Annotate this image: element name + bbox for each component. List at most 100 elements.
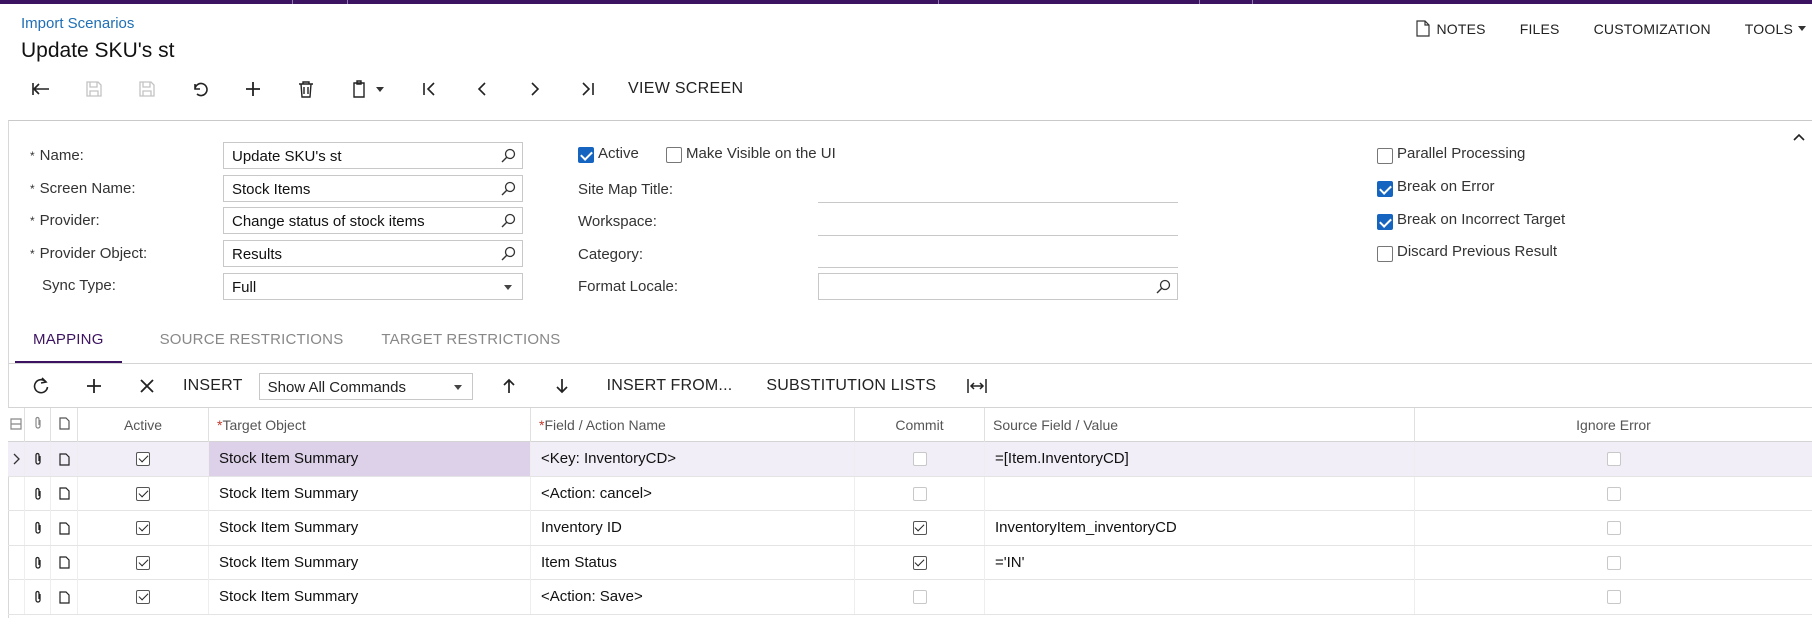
row-ignore-cell[interactable] [1415, 511, 1812, 545]
row-commit-cell[interactable] [855, 442, 985, 476]
row-selector[interactable] [8, 545, 25, 580]
notes-button[interactable]: NOTES [1416, 20, 1485, 37]
break-on-error-checkbox[interactable] [1377, 181, 1393, 197]
table-row[interactable]: Stock Item Summary Inventory ID Inventor… [8, 511, 1812, 546]
insert-from-button[interactable]: INSERT FROM... [607, 377, 733, 395]
previous-record-button[interactable] [455, 72, 508, 106]
add-row-button[interactable] [67, 370, 120, 402]
row-note[interactable] [51, 545, 78, 580]
sync-type-select[interactable]: Full [223, 273, 523, 300]
workspace-field[interactable] [818, 235, 1178, 236]
row-field-cell[interactable]: Inventory ID [531, 511, 855, 545]
delete-row-button[interactable] [120, 370, 173, 402]
row-target-cell[interactable]: Stock Item Summary [209, 511, 531, 545]
row-ignore-cell[interactable] [1415, 546, 1812, 580]
row-ignore-checkbox[interactable] [1606, 590, 1621, 604]
discard-previous-result-checkbox[interactable] [1377, 246, 1393, 262]
row-commit-cell[interactable] [855, 580, 985, 614]
format-locale-field[interactable] [818, 273, 1178, 300]
row-attachment[interactable] [25, 476, 51, 511]
row-active-checkbox[interactable] [136, 521, 150, 535]
row-commit-checkbox[interactable] [912, 486, 927, 501]
row-commit-cell[interactable] [855, 476, 985, 511]
ignore-error-column-header[interactable]: Ignore Error [1415, 408, 1812, 443]
row-source-cell[interactable]: ='IN' [985, 545, 1415, 580]
make-visible-checkbox[interactable] [666, 147, 682, 163]
tools-button[interactable]: TOOLS [1745, 21, 1806, 37]
tab-target-restrictions[interactable]: TARGET RESTRICTIONS [381, 330, 560, 364]
row-active-checkbox[interactable] [136, 486, 150, 501]
row-active-cell[interactable] [78, 511, 209, 545]
row-attachment[interactable] [25, 545, 51, 580]
row-note[interactable] [51, 476, 78, 511]
row-commit-checkbox[interactable] [912, 521, 927, 535]
breadcrumb[interactable]: Import Scenarios [21, 15, 134, 32]
row-active-checkbox[interactable] [136, 590, 150, 604]
row-target-cell[interactable]: Stock Item Summary [209, 442, 531, 476]
parallel-processing-checkbox[interactable] [1377, 148, 1393, 164]
row-source-cell[interactable]: InventoryItem_inventoryCD [985, 511, 1415, 545]
row-source-cell[interactable] [985, 476, 1415, 511]
clipboard-button[interactable] [332, 72, 402, 106]
row-selector[interactable] [8, 511, 25, 545]
row-attachment[interactable] [25, 442, 51, 476]
source-field-column-header[interactable]: Source Field / Value [985, 408, 1415, 443]
view-screen-button[interactable]: VIEW SCREEN [628, 80, 743, 98]
row-selector[interactable] [8, 476, 25, 511]
move-up-button[interactable] [483, 370, 536, 402]
name-field[interactable]: Update SKU's st [223, 142, 523, 169]
save-close-button[interactable] [67, 72, 120, 106]
substitution-lists-button[interactable]: SUBSTITUTION LISTS [766, 377, 936, 395]
row-commit-cell[interactable] [855, 545, 985, 580]
search-icon[interactable] [501, 181, 516, 196]
row-field-cell[interactable]: <Action: cancel> [531, 476, 855, 511]
break-on-incorrect-target-checkbox[interactable] [1377, 214, 1393, 230]
table-row[interactable]: Stock Item Summary <Action: cancel> [8, 476, 1812, 511]
row-ignore-checkbox[interactable] [1606, 452, 1621, 466]
row-active-cell[interactable] [78, 580, 209, 614]
row-field-cell[interactable]: <Key: InventoryCD> [531, 442, 855, 476]
screen-name-field[interactable]: Stock Items [223, 175, 523, 202]
commands-select[interactable]: Show All Commands [258, 372, 473, 400]
row-commit-checkbox[interactable] [912, 452, 927, 466]
row-attachment[interactable] [25, 580, 51, 614]
row-note[interactable] [51, 511, 78, 545]
refresh-button[interactable] [14, 370, 67, 402]
chevron-up-icon[interactable] [1792, 130, 1806, 144]
search-icon[interactable] [1156, 279, 1171, 294]
last-record-button[interactable] [561, 72, 614, 106]
row-ignore-cell[interactable] [1415, 442, 1812, 476]
row-target-cell[interactable]: Stock Item Summary [209, 476, 531, 511]
row-target-cell[interactable]: Stock Item Summary [209, 580, 531, 614]
row-target-cell[interactable]: Stock Item Summary [209, 545, 531, 580]
row-field-cell[interactable]: <Action: Save> [531, 580, 855, 614]
table-row[interactable]: Stock Item Summary <Key: InventoryCD> =[… [8, 442, 1812, 477]
row-active-cell[interactable] [78, 476, 209, 511]
row-commit-cell[interactable] [855, 511, 985, 545]
target-object-column-header[interactable]: *Target Object [209, 408, 531, 443]
search-icon[interactable] [501, 213, 516, 228]
row-source-cell[interactable]: =[Item.InventoryCD] [985, 442, 1415, 476]
tab-source-restrictions[interactable]: SOURCE RESTRICTIONS [160, 330, 344, 364]
save-button[interactable] [120, 72, 173, 106]
first-record-button[interactable] [402, 72, 455, 106]
search-icon[interactable] [501, 148, 516, 163]
row-ignore-cell[interactable] [1415, 580, 1812, 614]
tab-mapping[interactable]: MAPPING [15, 330, 122, 364]
fit-columns-button[interactable] [950, 370, 1003, 402]
row-note[interactable] [51, 580, 78, 614]
site-map-title-field[interactable] [818, 202, 1178, 203]
undo-button[interactable] [173, 72, 226, 106]
row-selector[interactable] [8, 580, 25, 614]
active-checkbox[interactable] [578, 147, 594, 163]
active-column-header[interactable]: Active [78, 408, 209, 443]
row-ignore-checkbox[interactable] [1606, 555, 1621, 570]
row-selector[interactable] [8, 442, 25, 476]
row-ignore-checkbox[interactable] [1606, 521, 1621, 535]
next-record-button[interactable] [508, 72, 561, 106]
row-note[interactable] [51, 442, 78, 476]
row-active-checkbox[interactable] [136, 555, 150, 570]
row-ignore-checkbox[interactable] [1606, 486, 1621, 501]
delete-button[interactable] [279, 72, 332, 106]
commit-column-header[interactable]: Commit [855, 408, 985, 443]
